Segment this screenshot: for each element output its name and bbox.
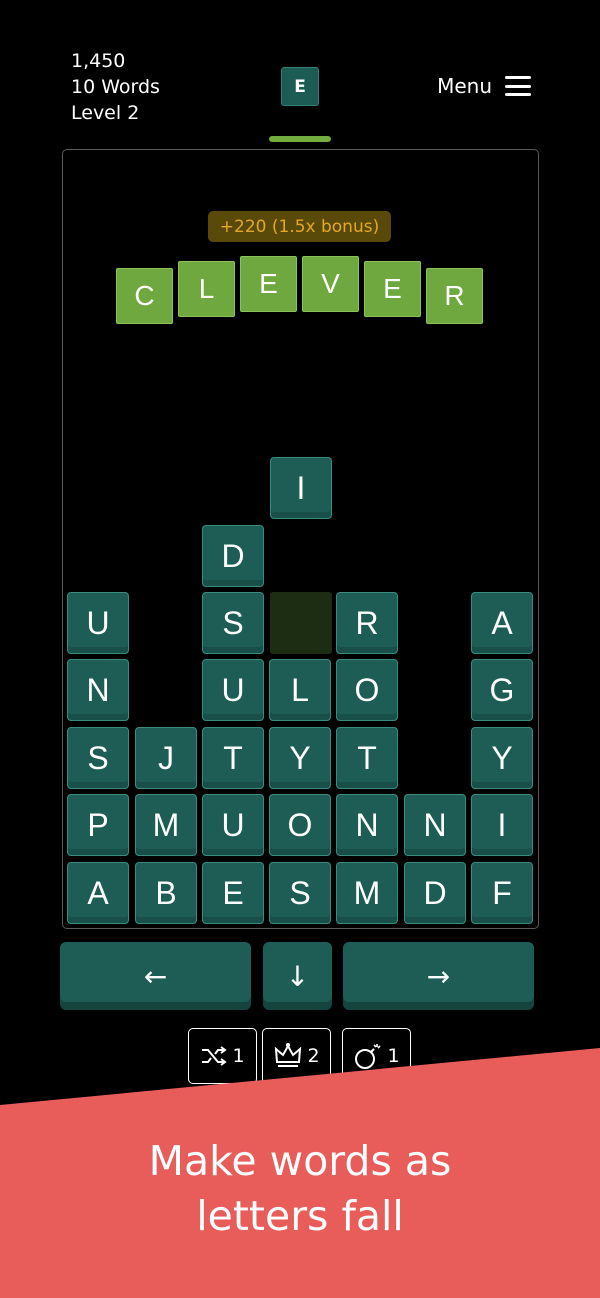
stats-panel: 1,450 10 Words Level 2	[71, 48, 160, 126]
drop-target	[270, 592, 332, 654]
grid-tile[interactable]: M	[135, 794, 197, 856]
shuffle-icon	[202, 1046, 228, 1066]
words-count: 10 Words	[71, 76, 160, 98]
bomb-count: 1	[387, 1045, 400, 1067]
move-right-button[interactable]: →	[343, 942, 534, 1010]
menu-label: Menu	[437, 74, 492, 98]
word-tile: C	[116, 268, 173, 324]
grid-tile[interactable]: N	[404, 794, 466, 856]
grid-tile[interactable]: O	[336, 659, 398, 721]
grid-tile[interactable]: I	[471, 794, 533, 856]
word-tile: E	[364, 261, 421, 317]
grid-tile[interactable]: F	[471, 862, 533, 924]
grid-tile[interactable]: O	[269, 794, 331, 856]
word-tile: E	[240, 256, 297, 312]
grid-tile[interactable]: N	[336, 794, 398, 856]
grid-tile[interactable]: D	[202, 525, 264, 587]
caption-line: letters fall	[196, 1192, 404, 1240]
word-tile: L	[178, 261, 235, 317]
shuffle-count: 1	[232, 1045, 245, 1067]
grid-tile[interactable]: Y	[269, 727, 331, 789]
grid-tile[interactable]: S	[202, 592, 264, 654]
grid-tile[interactable]: P	[67, 794, 129, 856]
grid-tile[interactable]: U	[67, 592, 129, 654]
falling-tile[interactable]: I	[270, 457, 332, 519]
menu-button[interactable]: Menu	[437, 74, 531, 98]
grid-tile[interactable]: B	[135, 862, 197, 924]
word-tile: R	[426, 268, 483, 324]
grid-tile[interactable]: L	[269, 659, 331, 721]
grid-tile[interactable]: G	[471, 659, 533, 721]
hamburger-icon	[505, 76, 531, 96]
word-tile: V	[302, 256, 359, 312]
move-left-button[interactable]: ←	[60, 942, 251, 1010]
bomb-icon	[355, 1044, 382, 1069]
grid-tile[interactable]: A	[67, 862, 129, 924]
grid-tile[interactable]: A	[471, 592, 533, 654]
grid-tile[interactable]: T	[202, 727, 264, 789]
grid-tile[interactable]: U	[202, 794, 264, 856]
crown-icon	[275, 1043, 302, 1067]
grid-tile[interactable]: Y	[471, 727, 533, 789]
crown-count: 2	[307, 1045, 320, 1067]
grid-tile[interactable]: U	[202, 659, 264, 721]
grid-tile[interactable]: S	[269, 862, 331, 924]
grid-tile[interactable]: D	[404, 862, 466, 924]
grid-tile[interactable]: N	[67, 659, 129, 721]
bonus-badge: +220 (1.5x bonus)	[208, 211, 391, 242]
grid-tile[interactable]: T	[336, 727, 398, 789]
grid-tile[interactable]: E	[202, 862, 264, 924]
next-tile: E	[281, 67, 319, 106]
caption-line: Make words as	[148, 1137, 452, 1185]
level: Level 2	[71, 102, 140, 124]
shuffle-powerup[interactable]: 1	[188, 1028, 257, 1084]
grid-tile[interactable]: J	[135, 727, 197, 789]
grid-tile[interactable]: S	[67, 727, 129, 789]
move-down-button[interactable]: ↓	[263, 942, 332, 1010]
grid-tile[interactable]: M	[336, 862, 398, 924]
promo-caption: Make words as letters fall	[0, 1134, 600, 1244]
score: 1,450	[71, 50, 126, 72]
next-tile-indicator	[269, 136, 331, 142]
grid-tile[interactable]: R	[336, 592, 398, 654]
